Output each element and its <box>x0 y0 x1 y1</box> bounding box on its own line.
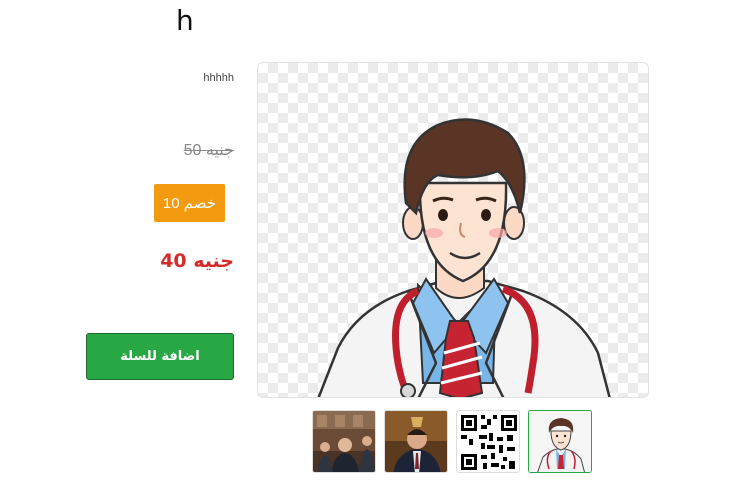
old-price: 50 جنيه <box>183 142 234 159</box>
man-portrait-thumbnail[interactable] <box>384 410 448 473</box>
doctor-cartoon-thumbnail[interactable] <box>528 410 592 473</box>
add-to-cart-button[interactable]: اضافة للسلة <box>86 333 234 380</box>
current-price: 40 جنيه <box>160 250 234 272</box>
discount-badge: خصم 10 <box>153 184 225 222</box>
doctor-illustration <box>317 118 611 397</box>
main-product-image[interactable] <box>257 62 649 398</box>
parliament-photo-thumbnail[interactable] <box>312 410 376 473</box>
product-description: hhhhh <box>203 72 234 84</box>
product-title: h <box>176 4 194 37</box>
qr-code-thumbnail[interactable] <box>456 410 520 473</box>
thumbnail-gallery <box>312 410 592 473</box>
